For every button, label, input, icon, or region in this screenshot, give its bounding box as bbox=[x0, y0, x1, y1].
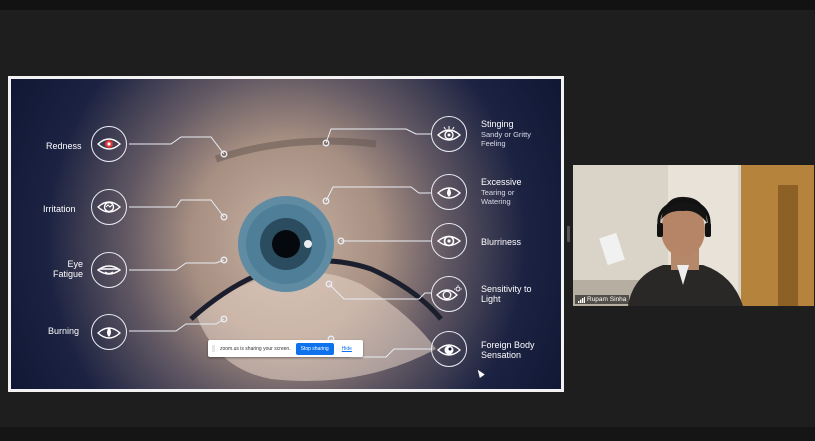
tearing-eye-icon bbox=[431, 174, 467, 210]
foreign-body-eye-icon bbox=[431, 331, 467, 367]
label-foreign-body: Foreign Body Sensation bbox=[481, 340, 535, 360]
label-excessive: Excessive bbox=[481, 177, 522, 187]
shared-screen: Redness Irritation Eye Fatigue Burning S… bbox=[8, 76, 564, 392]
label-stinging: Stinging bbox=[481, 119, 514, 129]
redness-eye-icon bbox=[91, 126, 127, 162]
label-redness: Redness bbox=[46, 141, 82, 151]
signal-icon bbox=[578, 296, 585, 303]
participant-name-tag: Rupam Sinha bbox=[575, 295, 630, 304]
eyebrow bbox=[214, 137, 377, 163]
label-sensitivity: Sensitivity to Light bbox=[481, 284, 532, 304]
burning-eye-icon bbox=[91, 314, 127, 350]
sharing-message: zoom.us is sharing your screen. bbox=[220, 345, 291, 352]
top-bar bbox=[0, 0, 815, 10]
pupil bbox=[272, 230, 300, 258]
participant-name: Rupam Sinha bbox=[587, 296, 627, 303]
label-stinging-desc: Sandy or Gritty Feeling bbox=[481, 130, 532, 148]
eye-fatigue-icon bbox=[91, 252, 127, 288]
screen-share-toolbar: zoom.us is sharing your screen. Stop sha… bbox=[208, 340, 363, 357]
label-blurriness: Blurriness bbox=[481, 237, 522, 247]
drag-handle[interactable] bbox=[212, 345, 215, 352]
video-feed bbox=[573, 165, 814, 306]
light-sensitivity-eye-icon bbox=[431, 276, 467, 312]
label-irritation: Irritation bbox=[43, 204, 76, 214]
irritation-eye-icon bbox=[91, 189, 127, 225]
panel-resize-handle[interactable] bbox=[567, 226, 570, 242]
hide-link[interactable]: Hide bbox=[342, 346, 352, 352]
participant-video[interactable]: Rupam Sinha bbox=[573, 165, 814, 306]
label-excessive-desc: Tearing or Watering bbox=[481, 188, 515, 206]
blurriness-eye-icon bbox=[431, 223, 467, 259]
stinging-eye-icon bbox=[431, 116, 467, 152]
bottom-bar bbox=[0, 427, 815, 441]
label-burning: Burning bbox=[48, 326, 80, 336]
stop-sharing-button[interactable]: Stop sharing bbox=[295, 342, 334, 355]
label-eye-fatigue: Eye Fatigue bbox=[52, 259, 83, 279]
